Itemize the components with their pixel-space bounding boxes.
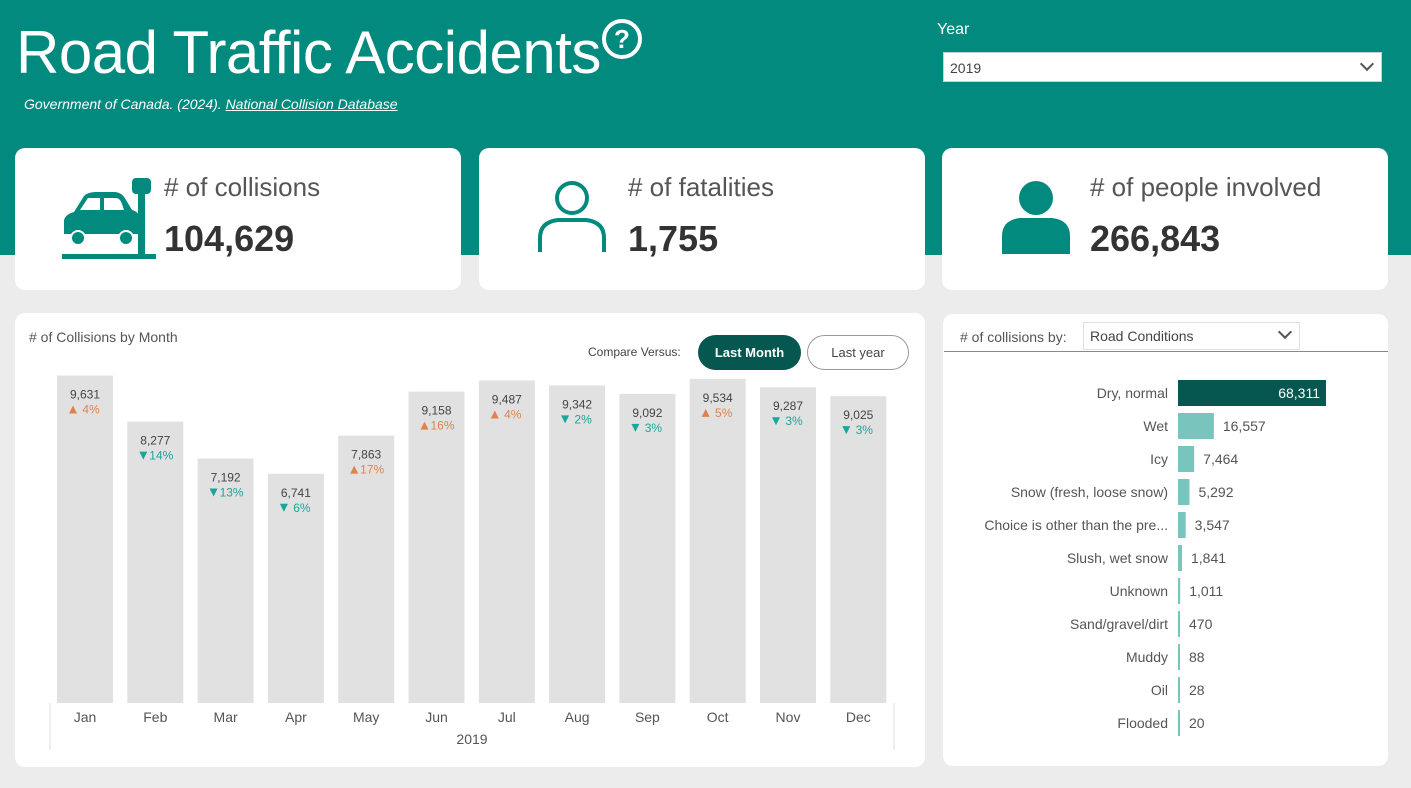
bar-value-label: 20 (1189, 715, 1205, 731)
condition-bar (1178, 446, 1195, 472)
condition-bar (1178, 413, 1214, 439)
bar-value-label: 1,841 (1191, 550, 1226, 566)
bar-value-label: 28 (1189, 682, 1205, 698)
category-label: Unknown (1110, 583, 1168, 599)
condition-bar (1178, 644, 1180, 670)
category-label: Muddy (1126, 649, 1168, 665)
bar-value-label: 3,547 (1195, 517, 1230, 533)
bar-value-label: 68,311 (1278, 385, 1320, 401)
bar-value-label: 5,292 (1198, 484, 1233, 500)
condition-bar (1178, 512, 1186, 538)
category-label: Slush, wet snow (1067, 550, 1169, 566)
condition-bar (1178, 545, 1182, 571)
category-label: Choice is other than the pre... (984, 517, 1168, 533)
condition-bar (1178, 611, 1180, 637)
bar-value-label: 7,464 (1203, 451, 1238, 467)
condition-bar (1178, 677, 1180, 703)
bar-value-label: 470 (1189, 616, 1213, 632)
category-label: Dry, normal (1097, 385, 1168, 401)
condition-bar (1178, 578, 1181, 604)
category-label: Icy (1150, 451, 1168, 467)
category-label: Oil (1151, 682, 1168, 698)
category-label: Flooded (1117, 715, 1168, 731)
bar-value-label: 1,011 (1189, 583, 1223, 599)
condition-bar (1178, 710, 1180, 736)
bar-value-label: 88 (1189, 649, 1205, 665)
road-conditions-bar-chart: Dry, normal 68,311 Wet 16,557 Icy 7,464 Snow (… (984, 380, 1326, 736)
category-label: Wet (1143, 418, 1168, 434)
category-label: Snow (fresh, loose snow) (1011, 484, 1168, 500)
condition-bar (1178, 479, 1190, 505)
category-label: Sand/gravel/dirt (1070, 616, 1168, 632)
bar-value-label: 16,557 (1223, 418, 1266, 434)
